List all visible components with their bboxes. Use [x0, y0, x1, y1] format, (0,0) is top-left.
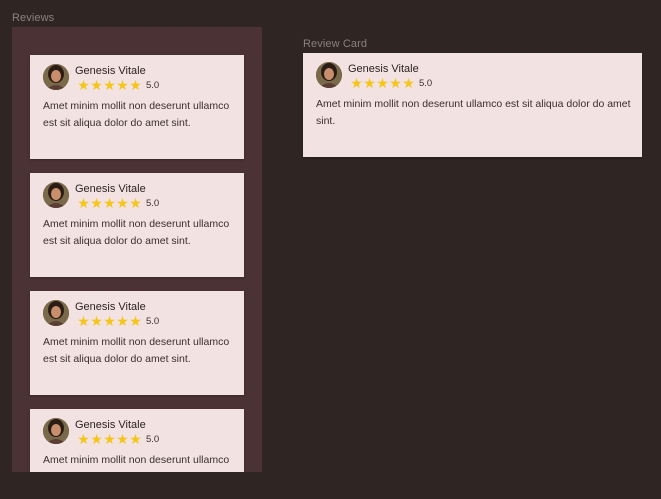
reviewer-name: Genesis Vitale: [75, 183, 146, 195]
rating-value: 5.0: [419, 77, 433, 89]
star-icon: ★: [129, 313, 142, 329]
star-icon: ★: [77, 431, 90, 447]
star-icon: ★: [116, 77, 129, 93]
rating-value: 5.0: [146, 433, 160, 445]
star-icon: ★: [90, 313, 103, 329]
star-icon: ★: [90, 195, 103, 211]
star-icon: ★: [90, 77, 103, 93]
avatar-image: [43, 64, 69, 90]
star-icon: ★: [103, 195, 116, 211]
star-icon: ★: [350, 75, 363, 91]
rating-value: 5.0: [146, 315, 160, 327]
avatar: [316, 62, 342, 88]
star-icon: ★: [129, 195, 142, 211]
reviewer-name: Genesis Vitale: [75, 65, 146, 77]
review-text: Amet minim mollit non deserunt ullamco e…: [43, 100, 230, 129]
star-rating: ★ ★ ★ ★ ★ 5.0: [77, 196, 159, 210]
star-rating: ★ ★ ★ ★ ★ 5.0: [350, 76, 432, 90]
review-card[interactable]: Genesis Vitale ★ ★ ★ ★ ★ 5.0 Amet minim …: [30, 55, 244, 159]
avatar-image: [316, 62, 342, 88]
avatar: [43, 418, 69, 444]
review-text: Amet minim mollit non deserunt ullamco e…: [43, 336, 230, 365]
reviewer-name: Genesis Vitale: [348, 63, 419, 75]
star-rating: ★ ★ ★ ★ ★ 5.0: [77, 314, 159, 328]
star-icon: ★: [116, 313, 129, 329]
star-rating: ★ ★ ★ ★ ★ 5.0: [77, 78, 159, 92]
star-icon: ★: [376, 75, 389, 91]
avatar-image: [43, 418, 69, 444]
review-text: Amet minim mollit non deserunt ullamco e…: [316, 98, 631, 127]
avatar-image: [43, 182, 69, 208]
star-icon: ★: [103, 431, 116, 447]
review-card-frame-label: Review Card: [303, 38, 368, 50]
review-card-component[interactable]: Genesis Vitale ★ ★ ★ ★ ★ 5.0 Amet minim …: [303, 53, 642, 157]
star-icon: ★: [116, 431, 129, 447]
reviews-frame-label: Reviews: [12, 12, 55, 24]
review-text: Amet minim mollit non deserunt ullamco e…: [43, 454, 230, 472]
review-card[interactable]: Genesis Vitale ★ ★ ★ ★ ★ 5.0 Amet minim …: [30, 291, 244, 395]
review-card[interactable]: Genesis Vitale ★ ★ ★ ★ ★ 5.0 Amet minim …: [30, 409, 244, 472]
star-icon: ★: [389, 75, 402, 91]
reviewer-name: Genesis Vitale: [75, 301, 146, 313]
rating-value: 5.0: [146, 79, 160, 91]
star-icon: ★: [103, 77, 116, 93]
star-icon: ★: [129, 431, 142, 447]
avatar: [43, 300, 69, 326]
reviews-frame: Genesis Vitale ★ ★ ★ ★ ★ 5.0 Amet minim …: [12, 27, 262, 472]
avatar: [43, 64, 69, 90]
star-icon: ★: [103, 313, 116, 329]
star-icon: ★: [77, 77, 90, 93]
star-icon: ★: [77, 313, 90, 329]
star-rating: ★ ★ ★ ★ ★ 5.0: [77, 432, 159, 446]
reviewer-name: Genesis Vitale: [75, 419, 146, 431]
star-icon: ★: [90, 431, 103, 447]
star-icon: ★: [77, 195, 90, 211]
avatar-image: [43, 300, 69, 326]
review-card[interactable]: Genesis Vitale ★ ★ ★ ★ ★ 5.0 Amet minim …: [30, 173, 244, 277]
star-icon: ★: [129, 77, 142, 93]
review-text: Amet minim mollit non deserunt ullamco e…: [43, 218, 230, 247]
star-icon: ★: [402, 75, 415, 91]
star-icon: ★: [363, 75, 376, 91]
avatar: [43, 182, 69, 208]
star-icon: ★: [116, 195, 129, 211]
rating-value: 5.0: [146, 197, 160, 209]
